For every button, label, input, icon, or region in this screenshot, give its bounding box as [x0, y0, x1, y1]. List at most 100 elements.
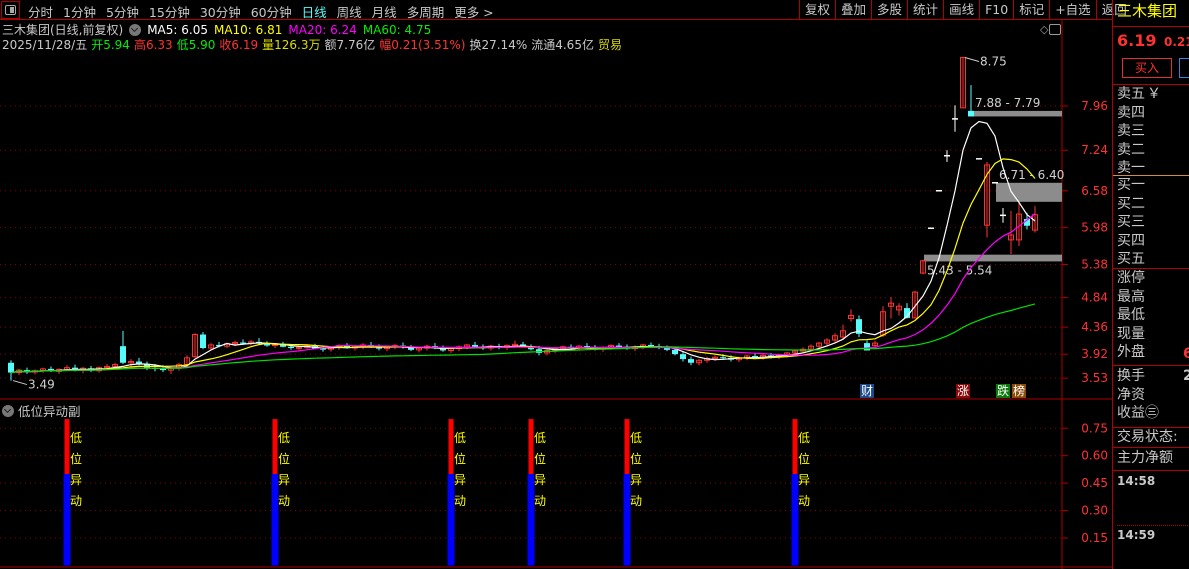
- support-band: [972, 110, 1062, 117]
- candle-down: [680, 354, 686, 360]
- signal-label: 低: [534, 431, 546, 445]
- outer-value: 6: [1183, 346, 1189, 363]
- dropdown-circle-icon[interactable]: [2, 404, 14, 417]
- arrow-icon: [12, 380, 28, 386]
- main-net-amount[interactable]: 主力净额: [1117, 450, 1173, 467]
- candle-down: [8, 362, 14, 373]
- signal-label: 异: [278, 473, 290, 487]
- signal-label: 动: [798, 494, 810, 508]
- sub-y-tick-label: 0.75: [1081, 421, 1108, 435]
- signal-bar-upper: [272, 419, 278, 474]
- signal-bar-upper: [528, 419, 534, 474]
- y-tick-label: 4.36: [1081, 320, 1108, 334]
- sub-y-tick-label: 0.15: [1081, 531, 1108, 545]
- sub-y-tick-label: 0.60: [1081, 449, 1108, 463]
- buy-button[interactable]: 买入: [1122, 58, 1172, 78]
- signal-label: 低: [798, 431, 810, 445]
- y-tick-label: 6.58: [1081, 184, 1108, 198]
- price-change: 0.21: [1164, 35, 1189, 49]
- quote-row-label: 最高: [1117, 288, 1145, 305]
- event-marker[interactable]: 涨: [956, 384, 970, 398]
- stock-name: 三木集团: [1117, 2, 1178, 20]
- quote-row-label: 买五: [1117, 251, 1145, 267]
- arrow-icon: [964, 56, 980, 62]
- quote-row-label: 收益㊂: [1117, 405, 1159, 421]
- candle-down: [120, 346, 126, 363]
- signal-bar-lower: [527, 474, 535, 566]
- signal-label: 异: [630, 473, 642, 487]
- sub-indicator-header: 低位异动副: [2, 401, 81, 420]
- tick-time: 14:59: [1117, 528, 1156, 542]
- event-marker[interactable]: 财: [860, 384, 874, 398]
- sub-y-tick-label: 0.45: [1081, 476, 1108, 490]
- ma20-line: [10, 213, 1036, 374]
- candle-down: [968, 110, 974, 117]
- candle-down: [720, 357, 726, 359]
- event-marker[interactable]: 榜: [1012, 384, 1026, 398]
- signal-label: 位: [630, 451, 642, 466]
- signal-bar-lower: [623, 474, 631, 566]
- candle-down: [320, 348, 326, 350]
- band-label: 7.88 - 7.79: [975, 96, 1040, 110]
- last-price: 6.19: [1117, 31, 1157, 50]
- signal-label: 动: [534, 494, 546, 508]
- panel-icon[interactable]: [1049, 24, 1061, 35]
- trade-status: 交易状态:: [1117, 429, 1178, 445]
- quote-row-label: 卖二: [1117, 141, 1145, 158]
- signal-label: 位: [534, 451, 546, 466]
- signal-bar-lower: [63, 474, 71, 566]
- signal-label: 异: [798, 473, 810, 487]
- turnover-value: 2: [1183, 368, 1189, 385]
- quote-row-label: 涨停: [1117, 270, 1145, 286]
- ma60-line: [10, 303, 1036, 374]
- signal-bar-upper: [448, 419, 454, 474]
- sub-indicator-title[interactable]: 低位异动副: [18, 401, 81, 420]
- price-annotation: 3.49: [28, 378, 55, 392]
- signal-label: 低: [630, 431, 642, 445]
- signal-label: 动: [630, 494, 642, 508]
- support-band: [924, 254, 1062, 262]
- currency-header: ￥: [1147, 86, 1161, 102]
- signal-label: 位: [798, 451, 810, 466]
- sell-button[interactable]: [1179, 58, 1189, 78]
- signal-label: 异: [70, 473, 82, 487]
- quote-row-label: 买四: [1117, 232, 1145, 249]
- diamond-icon[interactable]: ◇: [1040, 23, 1048, 36]
- quote-row-label: 外盘: [1117, 344, 1145, 360]
- candle-down: [616, 345, 622, 347]
- kline-chart[interactable]: 7.96 7.24 6.58 5.98 5.38 4.84 4.36 3.92 3.53 0.75…: [0, 0, 1112, 569]
- y-tick-label: 4.84: [1081, 291, 1108, 305]
- support-band: [996, 182, 1062, 202]
- signal-bar-lower: [791, 474, 799, 566]
- quote-row-label: 卖三: [1117, 123, 1145, 139]
- ma10-line: [10, 158, 1036, 374]
- quote-row-label: 买二: [1117, 195, 1145, 212]
- signal-bar-lower: [447, 474, 455, 566]
- signal-label: 异: [534, 473, 546, 487]
- signal-bar-upper: [64, 419, 70, 474]
- y-tick-label: 7.96: [1081, 99, 1108, 113]
- candle-down: [688, 359, 694, 363]
- candle-up: [296, 346, 302, 349]
- candle-down: [288, 346, 294, 349]
- candle-down: [160, 368, 166, 371]
- signal-label: 位: [454, 451, 466, 466]
- event-marker[interactable]: 跌: [996, 384, 1010, 398]
- y-tick-label: 3.53: [1081, 371, 1108, 385]
- y-tick-label: 7.24: [1081, 143, 1108, 157]
- tick-time: 14:58: [1117, 474, 1156, 488]
- quote-panel: 三木集团 6.19 0.21 买入 卖五卖四卖三卖二卖一 ￥ 买一买二买三买四买…: [1112, 0, 1189, 569]
- signal-bar-lower: [271, 474, 279, 566]
- candle-down: [200, 334, 206, 349]
- signal-label: 异: [454, 473, 466, 487]
- signal-label: 位: [278, 451, 290, 466]
- quote-row-label: 现量: [1117, 325, 1145, 342]
- quote-row-label: 买三: [1117, 214, 1145, 230]
- signal-label: 动: [70, 494, 82, 508]
- signal-label: 低: [454, 431, 466, 445]
- signal-label: 动: [278, 494, 290, 508]
- signal-label: 位: [70, 451, 82, 466]
- quote-row-label: 最低: [1117, 307, 1145, 323]
- signal-label: 动: [454, 494, 466, 508]
- quote-row-label: 净资: [1117, 386, 1145, 403]
